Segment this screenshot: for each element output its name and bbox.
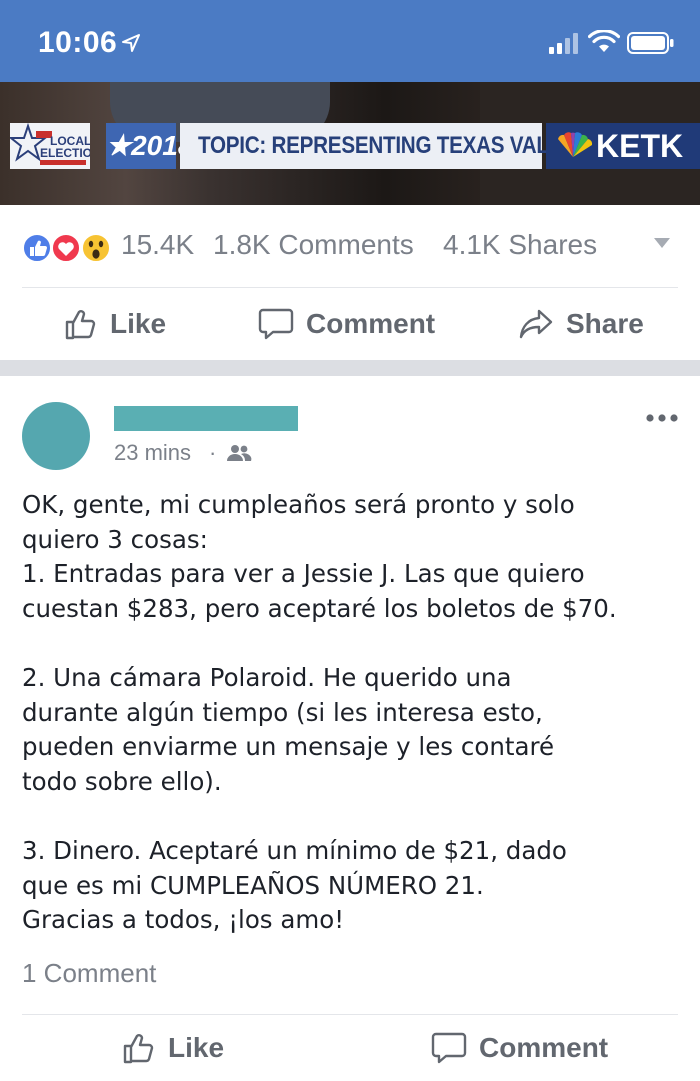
- post-line: 1. Entradas para ver a Jessie J. Las que…: [22, 559, 585, 589]
- comment-label: Comment: [479, 1032, 609, 1063]
- post-line: durante algún tiempo (si les interesa es…: [22, 697, 543, 727]
- thumbs-up-icon: [123, 1034, 154, 1064]
- more-options-icon[interactable]: [644, 412, 680, 424]
- chevron-down-icon[interactable]: [654, 238, 670, 248]
- post-timestamp[interactable]: 23 mins: [114, 440, 191, 466]
- post-line: cuestan $283, pero aceptaré los boletos …: [22, 593, 617, 623]
- station-call-sign: KETK: [596, 128, 684, 164]
- post-line: quiero 3 cosas:: [22, 524, 208, 554]
- post-line: todo sobre ello).: [22, 766, 222, 796]
- post-line: 3. Dinero. Aceptaré un mínimo de $21, da…: [22, 835, 567, 865]
- status-time: 10:06: [38, 26, 118, 59]
- comment-bubble-icon: [258, 308, 294, 340]
- post-action-bar: Like Comment: [0, 1015, 700, 1081]
- like-label: Like: [168, 1032, 225, 1063]
- love-icon: [51, 233, 81, 263]
- post-line: Gracias a todos, ¡los amo!: [22, 905, 345, 935]
- post-comment-count[interactable]: 1 Comment: [22, 958, 156, 989]
- wifi-icon: [588, 30, 620, 52]
- station-logo: KETK: [546, 123, 700, 169]
- thumbs-up-icon: [65, 310, 96, 340]
- like-icon: [22, 233, 52, 263]
- comment-bubble-icon: [431, 1032, 467, 1064]
- signal-icon: [549, 33, 578, 54]
- share-arrow-icon: [519, 309, 553, 339]
- post-line: que es mi CUMPLEAÑOS NÚMERO 21.: [22, 870, 484, 900]
- author-name-redacted[interactable]: [114, 406, 298, 431]
- shares-count[interactable]: 4.1K Shares: [443, 229, 597, 261]
- post-line: 2. Una cámara Polaroid. He querido una: [22, 662, 512, 692]
- reaction-count[interactable]: 15.4K: [121, 229, 194, 261]
- post-line: OK, gente, mi cumpleaños será pronto y s…: [22, 490, 575, 519]
- topic-banner: TOPIC: REPRESENTING TEXAS VALUES: [180, 123, 591, 169]
- friends-icon: [227, 445, 252, 461]
- svg-text:ELECTION: ELECTION: [40, 146, 90, 160]
- post-like-button[interactable]: Like: [122, 1015, 224, 1081]
- comment-label: Comment: [306, 308, 436, 339]
- wow-icon: [81, 233, 111, 263]
- post-body: OK, gente, mi cumpleaños será pronto y s…: [22, 488, 692, 938]
- video-thumbnail[interactable]: LOCAL ELECTION ★2018 TOPIC: REPRESENTING…: [0, 82, 700, 205]
- share-label: Share: [566, 308, 644, 339]
- like-label: Like: [110, 308, 167, 339]
- status-bar: 10:06: [0, 0, 700, 82]
- post-blank-line: [22, 626, 692, 661]
- reaction-icons[interactable]: [22, 232, 114, 264]
- location-arrow-icon: [122, 34, 140, 52]
- post-line: pueden enviarme un mensaje y les contaré: [22, 732, 555, 762]
- topic-text: TOPIC: REPRESENTING TEXAS VALUES: [198, 132, 591, 159]
- meta-separator: ·: [209, 440, 217, 465]
- avatar[interactable]: [22, 402, 90, 470]
- local-election-logo: LOCAL ELECTION: [8, 122, 101, 169]
- share-button[interactable]: Share: [518, 288, 644, 360]
- battery-icon: [627, 32, 674, 54]
- nbc-peacock-icon: [558, 132, 593, 157]
- feed-separator: [0, 360, 700, 376]
- post-comment-button[interactable]: Comment: [431, 1015, 608, 1081]
- post-blank-line: [22, 799, 692, 834]
- comments-count[interactable]: 1.8K Comments: [213, 229, 414, 261]
- like-button[interactable]: Like: [64, 288, 166, 360]
- comment-button[interactable]: Comment: [258, 288, 435, 360]
- action-bar: Like Comment Share: [0, 288, 700, 360]
- election-year: ★2018: [106, 123, 193, 169]
